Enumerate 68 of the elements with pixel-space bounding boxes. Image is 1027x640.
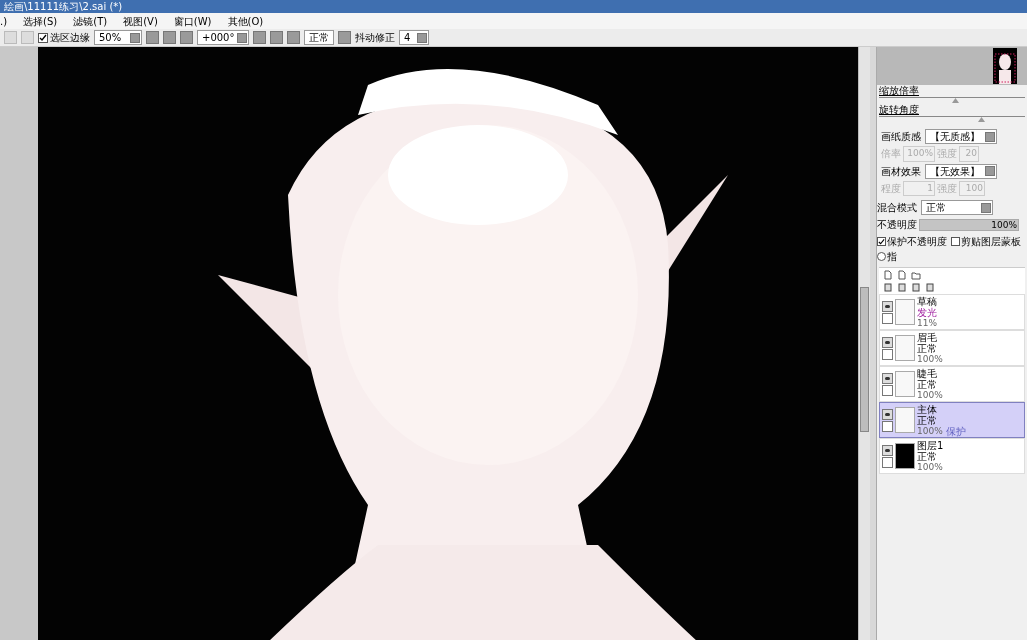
layer-name: 睫毛 bbox=[917, 367, 938, 379]
layer-opacity: 100% bbox=[917, 389, 943, 401]
menu-item[interactable]: 选择(S) bbox=[23, 13, 58, 29]
menu-item[interactable]: 滤镜(T) bbox=[73, 13, 108, 29]
lock-toggle[interactable] bbox=[882, 420, 893, 432]
layer-row[interactable]: 主体 正常 100% 保护 bbox=[879, 402, 1025, 438]
menu-item[interactable]: 视图(V) bbox=[123, 13, 158, 29]
layer-opacity: 100% bbox=[917, 353, 943, 365]
menu-item[interactable]: 窗口(W) bbox=[173, 13, 212, 29]
opacity-slider[interactable]: 100% bbox=[919, 218, 1019, 231]
lock-toggle[interactable] bbox=[882, 384, 893, 396]
eye-icon[interactable] bbox=[882, 336, 893, 348]
brush-effect-label: 画材效果 bbox=[881, 164, 921, 179]
strength-label: 强度 bbox=[937, 181, 957, 196]
layer-name: 草稿 bbox=[917, 295, 937, 307]
checkbox-option[interactable]: 剪贴图层蒙板 bbox=[951, 234, 1021, 249]
slider-thumb[interactable] bbox=[951, 98, 959, 103]
window-title: 絵画\11111练习\2.sai (*) bbox=[4, 0, 123, 13]
scale-label: 倍率 bbox=[881, 147, 901, 162]
blend-mode-dropdown[interactable]: 正常 bbox=[921, 200, 993, 215]
layer-row[interactable]: 眉毛 正常 100% bbox=[879, 330, 1025, 366]
lock-toggle[interactable] bbox=[882, 348, 893, 360]
stabilizer-label: 抖动修正 bbox=[355, 31, 395, 45]
lock-toggle[interactable] bbox=[882, 456, 893, 468]
selection-edge-checkbox[interactable]: 选区边缘 bbox=[38, 30, 90, 45]
opacity-label: 不透明度 bbox=[877, 218, 917, 232]
layer-name: 图层1 bbox=[917, 439, 944, 451]
layer-blend-mode: 正常 bbox=[917, 378, 938, 390]
blend-mode-label: 混合模式 bbox=[877, 201, 917, 215]
stabilizer-dropdown[interactable]: 4 bbox=[399, 30, 429, 45]
layer-row[interactable]: 睫毛 正常 100% bbox=[879, 366, 1025, 402]
brush-effect-dropdown[interactable]: 【无效果】 bbox=[925, 163, 997, 179]
strength-label: 强度 bbox=[937, 147, 957, 162]
check-icon bbox=[878, 237, 885, 246]
check-icon bbox=[39, 33, 47, 42]
scroll-bar[interactable] bbox=[858, 47, 870, 640]
paper-texture-dropdown[interactable]: 【无质感】 bbox=[925, 129, 997, 144]
paper-texture-label: 画纸质感 bbox=[881, 130, 921, 144]
rotation-dropdown[interactable]: +000° bbox=[197, 30, 249, 45]
eye-icon[interactable] bbox=[882, 300, 893, 312]
folder-icon[interactable] bbox=[911, 270, 921, 280]
lock-toggle[interactable] bbox=[882, 312, 893, 324]
layer-row[interactable]: 图层1 正常 100% bbox=[879, 438, 1025, 474]
layer-name: 主体 bbox=[917, 403, 938, 415]
slider-label: 旋转角度 bbox=[879, 104, 920, 116]
blend-mode-button[interactable]: 正常 bbox=[304, 30, 334, 45]
layer-blend-mode: 正常 bbox=[917, 342, 938, 354]
eye-icon[interactable] bbox=[882, 372, 893, 384]
layer-blend-mode: 正常 bbox=[917, 414, 938, 426]
opacity-reading: 100% bbox=[991, 219, 1017, 230]
radio-option[interactable]: 指 bbox=[877, 249, 897, 264]
layer-opacity: 100% bbox=[917, 461, 943, 473]
layer-blend-mode: 正常 bbox=[917, 450, 938, 462]
degree-label: 程度 bbox=[881, 181, 901, 196]
layer-opacity: 11% bbox=[917, 317, 937, 329]
zoom-dropdown[interactable]: 50% bbox=[94, 30, 142, 45]
menu-item[interactable]: .) bbox=[0, 13, 8, 29]
layer-blend-mode: 发光 bbox=[917, 306, 937, 318]
checkbox-option[interactable]: 保护不透明度 bbox=[877, 234, 947, 249]
slider-label: 缩放倍率 bbox=[879, 85, 920, 97]
slider-thumb[interactable] bbox=[978, 117, 986, 122]
menu-item[interactable]: 其他(O) bbox=[227, 13, 264, 29]
layer-row[interactable]: 草稿 发光 11% bbox=[879, 294, 1025, 330]
eye-icon[interactable] bbox=[882, 444, 893, 456]
layer-protect-label: 保护 bbox=[945, 425, 966, 437]
layer-opacity: 100% bbox=[917, 425, 943, 437]
eye-icon[interactable] bbox=[882, 408, 893, 420]
layer-name: 眉毛 bbox=[917, 331, 938, 343]
